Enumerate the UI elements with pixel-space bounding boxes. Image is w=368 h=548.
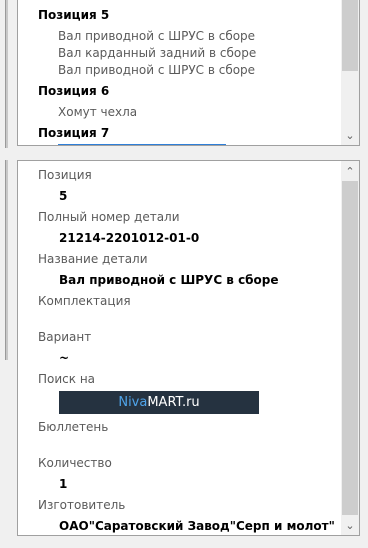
list-item-heading[interactable]: Позиция 7 — [38, 126, 109, 140]
quantity-value: 1 — [59, 477, 68, 491]
left-splitter-top[interactable] — [5, 0, 8, 148]
details-content: Позиция 5 Полный номер детали 21214-2201… — [18, 161, 341, 535]
list-item-heading[interactable]: Позиция 6 — [38, 84, 109, 98]
chevron-down-icon[interactable]: ⌄ — [341, 517, 359, 533]
selection-underline — [58, 144, 226, 145]
nivamart-link-button[interactable]: Niva MART.ru — [59, 391, 259, 414]
nivamart-logo-part2: MART.ru — [147, 395, 200, 410]
details-scrollbar[interactable]: ⌃ ⌄ — [341, 161, 359, 535]
manufacturer-value: ОАО"Саратовский Завод"Серп и молот" — [59, 519, 335, 533]
part-name-value: Вал приводной с ШРУС в сборе — [59, 273, 279, 287]
list-item[interactable]: Вал приводной с ШРУС в сборе — [58, 63, 255, 77]
parts-list-scrollbar[interactable]: ⌄ — [341, 0, 359, 145]
bulletin-label: Бюллетень — [38, 420, 109, 434]
nivamart-logo-part1: Niva — [118, 395, 148, 410]
chevron-up-icon[interactable]: ⌃ — [341, 163, 359, 179]
variant-value: ~ — [59, 351, 70, 365]
part-name-label: Название детали — [38, 252, 148, 266]
details-panel: Позиция 5 Полный номер детали 21214-2201… — [17, 160, 360, 536]
list-item[interactable]: Хомут чехла — [58, 105, 137, 119]
position-value: 5 — [59, 189, 68, 203]
kit-label: Комплектация — [38, 294, 131, 308]
position-label: Позиция — [38, 168, 92, 182]
list-item[interactable]: Вал приводной с ШРУС в сборе — [58, 29, 255, 43]
chevron-down-icon[interactable]: ⌄ — [341, 127, 359, 143]
list-item-heading[interactable]: Позиция 5 — [38, 8, 109, 22]
parts-list-panel: Позиция 5 Вал приводной с ШРУС в сборе В… — [17, 0, 360, 146]
parts-list: Позиция 5 Вал приводной с ШРУС в сборе В… — [18, 0, 341, 145]
search-label: Поиск на — [38, 372, 96, 386]
list-item[interactable]: Вал карданный задний в сборе — [58, 46, 256, 60]
full-number-label: Полный номер детали — [38, 210, 180, 224]
quantity-label: Количество — [38, 456, 112, 470]
left-splitter-bottom[interactable] — [5, 160, 8, 360]
manufacturer-label: Изготовитель — [38, 498, 126, 512]
scrollbar-thumb[interactable] — [342, 181, 358, 515]
scrollbar-thumb[interactable] — [342, 0, 358, 71]
full-number-value: 21214-2201012-01-0 — [59, 231, 200, 245]
variant-label: Вариант — [38, 330, 92, 344]
